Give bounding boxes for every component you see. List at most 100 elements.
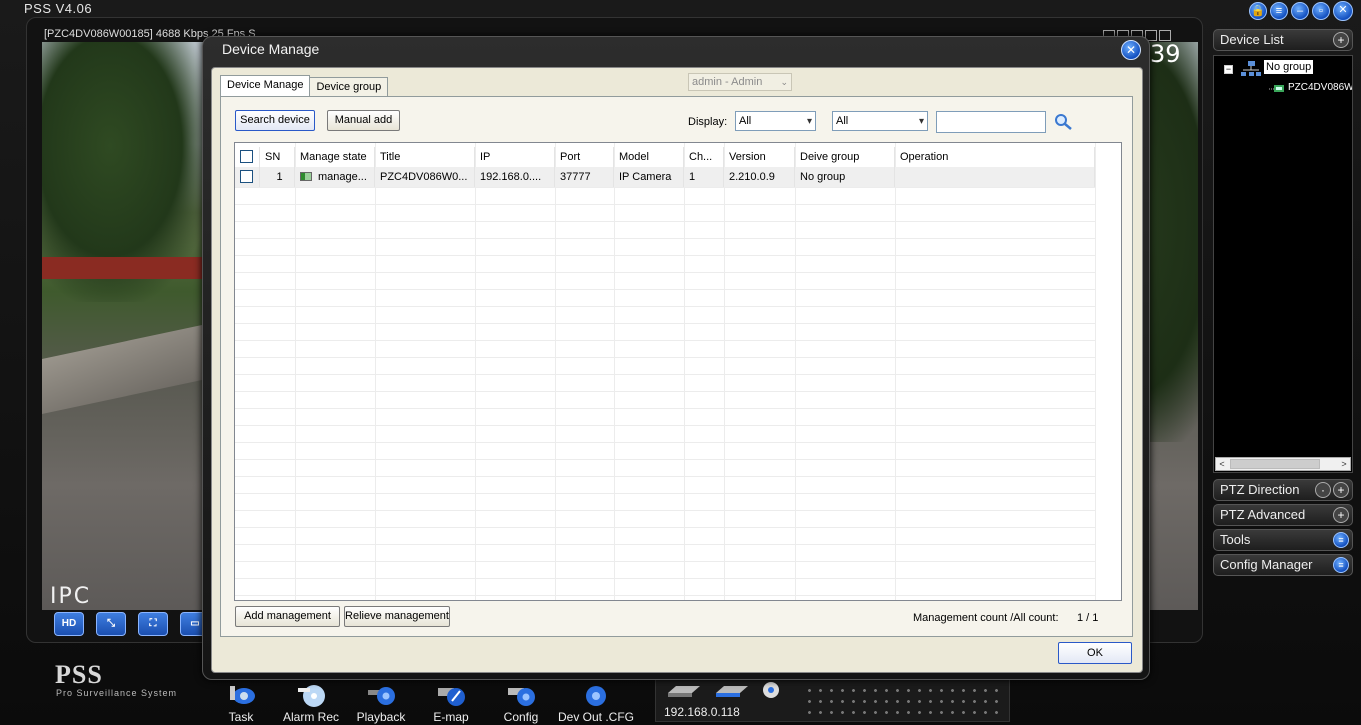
- dev-out-cfg-button[interactable]: Dev Out .CFG: [556, 678, 636, 725]
- ptz-advanced-add-icon[interactable]: +: [1333, 507, 1349, 523]
- add-management-button[interactable]: Add management: [235, 606, 340, 627]
- row-checkbox[interactable]: [240, 169, 253, 183]
- camera-device-icon: [1269, 85, 1284, 92]
- tree-device-item[interactable]: PZC4DV086W: [1288, 82, 1352, 93]
- grid-column-line: [1095, 143, 1096, 600]
- video-clock: 39: [1150, 40, 1181, 68]
- secondary-filter-select[interactable]: All ▾: [832, 111, 928, 131]
- col-operation[interactable]: Operation: [895, 147, 1095, 167]
- config-manager-menu-icon[interactable]: ≡: [1333, 557, 1349, 573]
- device-table[interactable]: SN Manage state Title IP Port Model Ch..…: [234, 142, 1122, 601]
- tab-device-group[interactable]: Device group: [309, 77, 389, 97]
- config-manager-label: Config Manager: [1220, 557, 1313, 572]
- tree-horizontal-scrollbar[interactable]: < >: [1215, 457, 1351, 471]
- dialog-body: Device Manage Device group admin - Admin…: [211, 67, 1143, 673]
- app-title: PSS V4.06: [24, 1, 93, 16]
- tools-header[interactable]: Tools ≡: [1213, 529, 1353, 551]
- disc-status-icon: [763, 682, 779, 698]
- device-list-header[interactable]: Device List +: [1213, 29, 1353, 51]
- select-all-cell: [235, 147, 260, 167]
- tab-device-manage[interactable]: Device Manage: [220, 75, 311, 97]
- cell-title: PZC4DV086W0...: [375, 167, 475, 187]
- ptz-advanced-header[interactable]: PTZ Advanced +: [1213, 504, 1353, 526]
- task-eye-icon: [230, 686, 255, 704]
- scroll-right-icon[interactable]: >: [1338, 458, 1350, 470]
- col-version[interactable]: Version: [724, 147, 795, 167]
- playback-button[interactable]: Playback: [346, 678, 416, 725]
- device-manage-dialog: Device Manage ✕ Device Manage Device gro…: [202, 36, 1150, 680]
- row-checkbox-cell: [235, 167, 260, 187]
- menu-icon[interactable]: ≡: [1270, 2, 1288, 20]
- user-select-value: admin - Admin: [692, 76, 763, 88]
- video-scene-wall: [42, 324, 202, 415]
- pss-app-window: PSS V4.06 🔒 ≡ – ▫ ✕ [PZC4DV086W00185] 46…: [0, 0, 1361, 725]
- col-channel[interactable]: Ch...: [684, 147, 724, 167]
- layout-icon[interactable]: ⤡: [96, 612, 126, 636]
- search-input[interactable]: [936, 111, 1046, 133]
- search-device-button[interactable]: Search device: [235, 110, 315, 131]
- device-tree[interactable]: − No group PZC4DV086W < >: [1213, 55, 1353, 473]
- alarm-rec-button[interactable]: Alarm Rec: [276, 678, 346, 725]
- network-device-icon: [716, 686, 748, 697]
- cell-model: IP Camera: [614, 167, 684, 187]
- table-row[interactable]: 1 manage... PZC4DV086W0... 192.168.0....…: [235, 167, 1095, 187]
- close-icon[interactable]: ✕: [1333, 1, 1353, 21]
- select-all-checkbox[interactable]: [240, 149, 253, 163]
- dialog-title: Device Manage: [222, 41, 320, 57]
- ptz-direction-lock-icon[interactable]: ·: [1315, 482, 1331, 498]
- col-manage-state[interactable]: Manage state: [295, 147, 375, 167]
- pss-logo-tagline: Pro Surveillance System: [56, 688, 178, 698]
- maximize-icon[interactable]: ▫: [1312, 2, 1330, 20]
- ptz-direction-header[interactable]: PTZ Direction · +: [1213, 479, 1353, 501]
- ip-address: 192.168.0.118: [664, 705, 740, 719]
- scroll-thumb[interactable]: [1230, 459, 1320, 469]
- hdd-icon: [668, 686, 700, 697]
- grid-row-lines: [235, 187, 1095, 600]
- cell-manage-state-text: manage...: [318, 171, 367, 183]
- cell-port: 37777: [555, 167, 614, 187]
- dev-out-gear-icon: [586, 686, 606, 706]
- cell-operation: [895, 167, 1095, 187]
- tree-collapse-icon[interactable]: −: [1224, 65, 1233, 74]
- ptz-direction-add-icon[interactable]: +: [1333, 482, 1349, 498]
- lock-icon[interactable]: 🔒: [1249, 2, 1267, 20]
- minimize-icon[interactable]: –: [1291, 2, 1309, 20]
- col-sn[interactable]: SN: [260, 147, 295, 167]
- ok-button[interactable]: OK: [1058, 642, 1132, 664]
- chevron-down-icon: ▾: [806, 116, 812, 127]
- device-list-add-icon[interactable]: +: [1333, 32, 1349, 48]
- col-model[interactable]: Model: [614, 147, 684, 167]
- config-button[interactable]: Config: [486, 678, 556, 725]
- col-title[interactable]: Title: [375, 147, 475, 167]
- device-list-label: Device List: [1220, 32, 1284, 47]
- tree-group-no-group[interactable]: No group: [1264, 60, 1314, 74]
- pss-logo: PSS: [55, 660, 103, 689]
- tools-menu-icon[interactable]: ≡: [1333, 532, 1349, 548]
- manual-add-button[interactable]: Manual add: [327, 110, 400, 131]
- cell-manage-state: manage...: [295, 167, 375, 187]
- status-panel: 192.168.0.118: [655, 678, 1010, 722]
- col-device-group[interactable]: Deive group: [795, 147, 895, 167]
- scroll-left-icon[interactable]: <: [1216, 458, 1228, 470]
- col-ip[interactable]: IP: [475, 147, 555, 167]
- management-count-label: Management count /All count:: [913, 612, 1059, 624]
- management-count-value: 1 / 1: [1077, 612, 1099, 624]
- ptz-advanced-label: PTZ Advanced: [1220, 507, 1306, 522]
- col-port[interactable]: Port: [555, 147, 614, 167]
- dialog-close-icon[interactable]: ✕: [1121, 40, 1141, 60]
- config-manager-header[interactable]: Config Manager ≡: [1213, 554, 1353, 576]
- video-scene-fence: [42, 257, 202, 279]
- hd-button[interactable]: HD: [54, 612, 84, 636]
- user-select[interactable]: admin - Admin ⌄: [688, 73, 792, 91]
- cell-channel: 1: [684, 167, 724, 187]
- task-button[interactable]: Task: [206, 678, 276, 725]
- fullscreen-icon[interactable]: ⛶: [138, 612, 168, 636]
- e-map-button[interactable]: E-map: [416, 678, 486, 725]
- search-icon[interactable]: [1053, 113, 1073, 131]
- ipc-overlay-text: IPC: [50, 584, 92, 609]
- video-toolbar: HD ⤡ ⛶ ▭: [54, 612, 210, 636]
- taskbar: Task Alarm Rec Playback E-map Config Dev…: [206, 678, 636, 725]
- cell-version: 2.210.0.9: [724, 167, 795, 187]
- display-filter-select[interactable]: All ▾: [735, 111, 816, 131]
- relieve-management-button[interactable]: Relieve management: [344, 606, 450, 627]
